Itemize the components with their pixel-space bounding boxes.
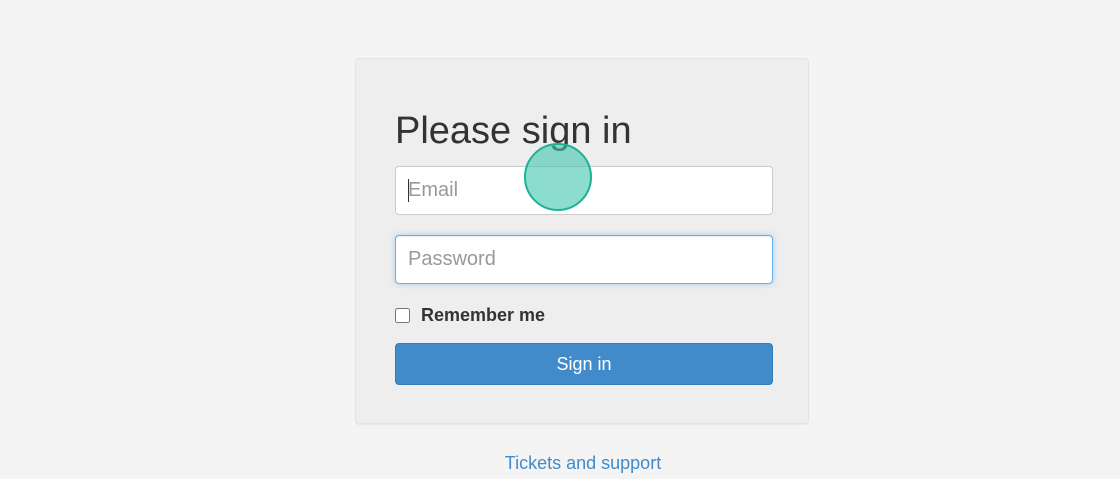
- login-panel: Please sign in Remember me Sign in: [355, 58, 809, 424]
- tickets-support-link[interactable]: Tickets and support: [0, 453, 1120, 474]
- password-input[interactable]: [395, 235, 773, 284]
- text-cursor: [408, 179, 409, 202]
- page-title: Please sign in: [395, 110, 632, 152]
- remember-me-row[interactable]: Remember me: [395, 305, 545, 326]
- remember-me-label: Remember me: [421, 305, 546, 325]
- remember-me-checkbox[interactable]: [395, 308, 410, 323]
- sign-in-button[interactable]: Sign in: [395, 343, 773, 385]
- email-input[interactable]: [395, 166, 773, 215]
